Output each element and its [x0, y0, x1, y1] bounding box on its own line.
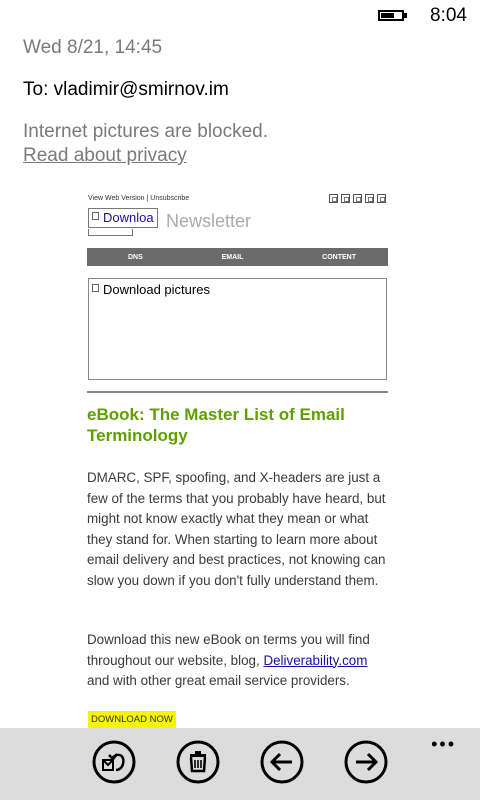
broken-image-icon [92, 212, 99, 220]
ebook-description: DMARC, SPF, spoofing, and X-headers are … [87, 470, 386, 588]
email-date: Wed 8/21, 14:45 [23, 37, 163, 58]
privacy-link[interactable]: Read about privacy [23, 145, 187, 167]
status-bar: 8:04 [0, 0, 480, 32]
email-recipient: To: vladimir@smirnov.im [23, 79, 229, 100]
divider [87, 391, 388, 393]
paragraph-text: and with other great email service provi… [87, 673, 350, 688]
broken-image-icon [92, 284, 99, 292]
unsubscribe-link[interactable]: Unsubscribe [150, 195, 189, 202]
battery-icon [378, 10, 407, 21]
view-web-version-link[interactable]: View Web Version [88, 195, 145, 202]
social-icon[interactable] [377, 194, 386, 203]
deliverability-link[interactable]: Deliverability.com [263, 653, 367, 668]
social-icons [329, 194, 386, 203]
newsletter-title: Newsletter [166, 211, 252, 231]
more-options-icon[interactable]: ••• [431, 734, 456, 755]
logo-sub-placeholder [88, 229, 133, 236]
download-now-button[interactable]: DOWNLOAD NOW [88, 711, 176, 728]
reply-button[interactable] [92, 740, 136, 784]
nav-item-dns[interactable]: DNS [128, 254, 143, 261]
logo-placeholder[interactable]: Downloa [88, 208, 158, 228]
reply-icon [92, 740, 136, 784]
ebook-title: eBook: The Master List of Email Terminol… [87, 405, 345, 445]
nav-item-content[interactable]: CONTENT [322, 254, 356, 261]
social-icon[interactable] [353, 194, 362, 203]
next-button[interactable] [344, 740, 388, 784]
nav-item-email[interactable]: EMAIL [222, 254, 244, 261]
app-bar: ••• [0, 728, 480, 800]
social-icon[interactable] [329, 194, 338, 203]
newsletter-top-links: View Web Version | Unsubscribe [88, 195, 189, 202]
pictures-blocked-notice: Internet pictures are blocked. [23, 121, 269, 142]
previous-icon [260, 740, 304, 784]
previous-button[interactable] [260, 740, 304, 784]
logo-alt-text: Downloa [103, 210, 154, 225]
social-icon[interactable] [341, 194, 350, 203]
picture-placeholder-label: Download pictures [103, 282, 210, 297]
social-icon[interactable] [365, 194, 374, 203]
picture-placeholder[interactable]: Download pictures [88, 278, 387, 380]
ebook-download-text: Download this new eBook on terms you wil… [87, 630, 392, 692]
status-time: 8:04 [430, 5, 467, 26]
delete-icon [176, 740, 220, 784]
delete-button[interactable] [176, 740, 220, 784]
newsletter-nav: DNS EMAIL CONTENT [87, 248, 388, 266]
next-icon [344, 740, 388, 784]
